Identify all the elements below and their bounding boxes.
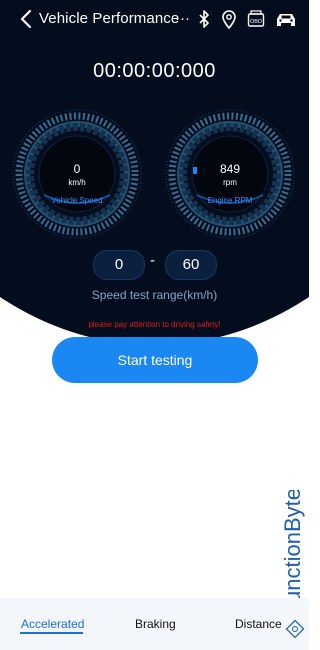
- car-icon[interactable]: [274, 9, 298, 29]
- watermark-text: JunctionByte: [280, 490, 305, 614]
- range-label: Speed test range(km/h): [91, 288, 218, 302]
- bluetooth-icon[interactable]: [197, 9, 211, 29]
- engine-rpm-unit: rpm: [223, 178, 237, 187]
- tab-braking[interactable]: Braking: [135, 617, 176, 631]
- page-title: Vehicle Performance: [39, 10, 180, 27]
- range-separator: -: [150, 252, 155, 269]
- engine-rpm-label: Engine RPM: [207, 196, 253, 205]
- active-tab-indicator: [20, 632, 83, 634]
- obd-icon[interactable]: OBD: [247, 9, 265, 29]
- vehicle-speed-label: Vehicle Speed: [51, 196, 103, 205]
- vehicle-speed-unit: km/h: [68, 178, 86, 187]
- location-pin-icon[interactable]: [221, 9, 237, 29]
- vehicle-speed-value: 0: [73, 162, 81, 176]
- vehicle-speed-gauge: 0 km/h Vehicle Speed: [10, 107, 144, 241]
- tab-distance[interactable]: Distance: [235, 617, 282, 631]
- tab-accelerated[interactable]: Accelerated: [21, 617, 84, 631]
- screen: Vehicle Performance ··· OBD 00:00:00:000: [0, 0, 309, 650]
- app-header: Vehicle Performance ··· OBD: [0, 0, 309, 38]
- safety-warning: please pay attention to driving safety!: [88, 320, 221, 329]
- engine-rpm-value: 849: [219, 162, 241, 176]
- back-arrow-icon[interactable]: [17, 8, 37, 30]
- engine-rpm-gauge: 849 rpm Engine RPM: [163, 107, 297, 241]
- title-overflow-more: ···: [175, 10, 190, 27]
- chip-logo-icon: [285, 619, 305, 639]
- start-testing-button[interactable]: Start testing: [52, 337, 258, 383]
- range-from-input[interactable]: 0: [93, 250, 145, 280]
- range-to-input[interactable]: 60: [165, 250, 217, 280]
- obd-icon-label: OBD: [250, 19, 262, 25]
- elapsed-timer: 00:00:00:000: [93, 60, 216, 82]
